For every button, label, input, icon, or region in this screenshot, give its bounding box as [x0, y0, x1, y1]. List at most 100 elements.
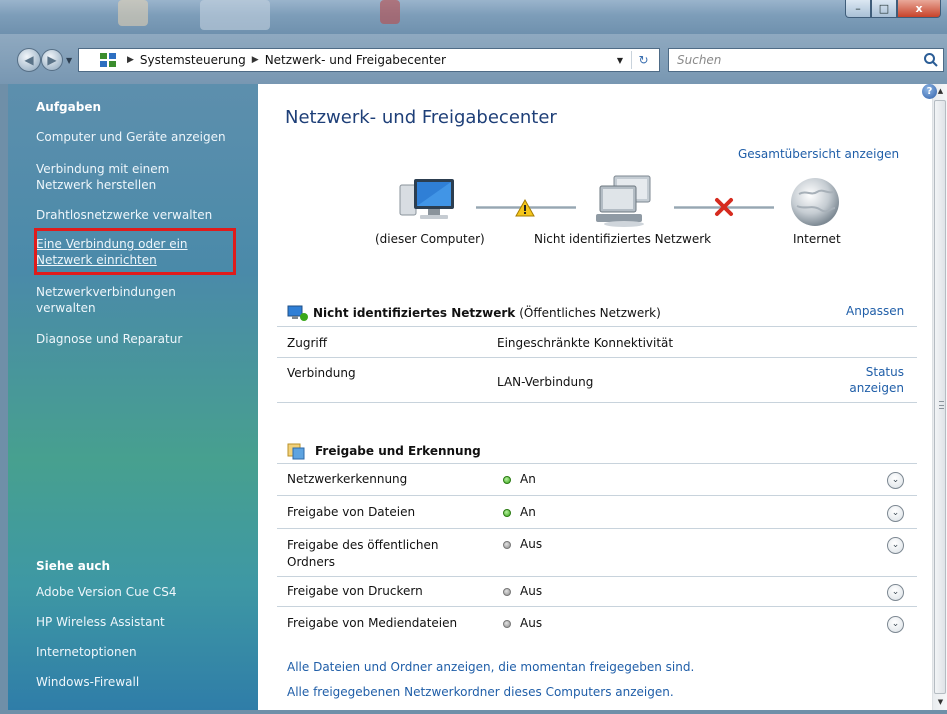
see-also-link-firewall[interactable]: Windows-Firewall — [36, 674, 251, 690]
status-off-icon — [503, 587, 511, 596]
network-icon[interactable] — [594, 174, 656, 230]
minimize-button[interactable]: – — [845, 0, 871, 18]
task-link-diagnose[interactable]: Diagnose und Reparatur — [36, 331, 251, 347]
sharing-row-state: An — [503, 472, 536, 486]
back-arrow-icon: ◀ — [24, 53, 34, 67]
expand-button[interactable]: ⌄ — [887, 616, 904, 633]
sharing-heading-text: Freigabe und Erkennung — [315, 444, 481, 458]
view-status-link[interactable]: Status anzeigen — [830, 364, 904, 396]
state-text: An — [520, 472, 536, 486]
breadcrumb-separator-icon[interactable]: ▶ — [252, 55, 259, 65]
back-button[interactable]: ◀ — [17, 48, 41, 72]
network-name: Nicht identifiziertes Netzwerk — [313, 306, 516, 320]
highlight-box — [34, 228, 236, 275]
divider — [277, 463, 917, 464]
network-heading: Nicht identifiziertes Netzwerk (Öffentli… — [287, 304, 661, 322]
title-bar[interactable]: – □ x — [0, 0, 947, 34]
sharing-row-state: An — [503, 505, 536, 519]
task-link-connect-network[interactable]: Verbindung mit einem Netzwerk herstellen — [36, 161, 196, 193]
search-box — [668, 48, 944, 72]
navigation-bar: ◀ ▶ ▼ ▶ Systemsteuerung ▶ Netzwerk- und … — [0, 34, 947, 84]
recent-pages-dropdown[interactable]: ▼ — [66, 56, 72, 65]
computer-label: (dieser Computer) — [375, 232, 485, 246]
show-shared-folders-link[interactable]: Alle freigegebenen Netzwerkordner dieses… — [287, 685, 674, 699]
internet-label: Internet — [793, 232, 841, 246]
address-bar[interactable]: ▶ Systemsteuerung ▶ Netzwerk- und Freiga… — [78, 48, 660, 72]
refresh-icon[interactable]: ↻ — [631, 51, 655, 69]
see-also-link-adobe[interactable]: Adobe Version Cue CS4 — [36, 584, 251, 600]
status-off-icon — [503, 619, 511, 628]
show-shared-files-link[interactable]: Alle Dateien und Ordner anzeigen, die mo… — [287, 660, 694, 674]
sharing-row-state: Aus — [503, 537, 542, 551]
breadcrumb: ▶ Systemsteuerung ▶ Netzwerk- und Freiga… — [121, 53, 446, 67]
background-decoration — [200, 0, 270, 30]
control-panel-icon — [100, 53, 116, 67]
divider — [277, 606, 917, 607]
sharing-row-label: Netzwerkerkennung — [287, 472, 408, 486]
sharing-row-state: Aus — [503, 584, 542, 598]
globe-icon[interactable] — [789, 176, 841, 228]
page-title: Netzwerk- und Freigabecenter — [285, 107, 557, 128]
breadcrumb-item-systemsteuerung[interactable]: Systemsteuerung — [140, 53, 246, 67]
sharing-row-label: Freigabe von Druckern — [287, 584, 423, 598]
vertical-scrollbar[interactable]: ▲ ▼ — [932, 84, 947, 710]
search-icon[interactable] — [923, 52, 939, 68]
disconnected-x-icon[interactable] — [714, 197, 734, 217]
task-link-manage-wireless[interactable]: Drahtlosnetzwerke verwalten — [36, 207, 251, 223]
background-decoration — [380, 0, 400, 24]
see-also-link-hp-wireless[interactable]: HP Wireless Assistant — [36, 614, 251, 630]
network-label: Nicht identifiziertes Netzwerk — [534, 232, 712, 246]
expand-button[interactable]: ⌄ — [887, 472, 904, 489]
address-dropdown-icon[interactable]: ▼ — [617, 56, 623, 65]
expand-button[interactable]: ⌄ — [887, 505, 904, 522]
view-status-link-line1[interactable]: Status — [830, 364, 904, 380]
access-value: Eingeschränkte Konnektivität — [497, 336, 674, 350]
task-link-manage-connections[interactable]: Netzwerkverbindungen verwalten — [36, 284, 206, 316]
divider — [277, 528, 917, 529]
task-pane: Aufgaben Computer und Geräte anzeigen Ve… — [8, 84, 258, 710]
scroll-grip-icon — [939, 401, 944, 409]
tasks-heading: Aufgaben — [36, 100, 102, 114]
divider — [277, 326, 917, 327]
sharing-row-label: Freigabe von Dateien — [287, 505, 416, 519]
view-status-link-line2[interactable]: anzeigen — [830, 380, 904, 396]
help-icon[interactable]: ? — [922, 84, 937, 99]
divider — [277, 495, 917, 496]
window-controls: – □ x — [845, 0, 941, 18]
access-label: Zugriff — [287, 336, 327, 350]
full-map-link[interactable]: Gesamtübersicht anzeigen — [738, 147, 899, 161]
computer-icon[interactable] — [398, 175, 460, 227]
see-also-link-internet-options[interactable]: Internetoptionen — [36, 644, 251, 660]
expand-button[interactable]: ⌄ — [887, 537, 904, 554]
state-text: Aus — [520, 537, 543, 551]
expand-button[interactable]: ⌄ — [887, 584, 904, 601]
breadcrumb-separator-icon[interactable]: ▶ — [127, 55, 134, 65]
divider — [277, 357, 917, 358]
scrollbar-thumb[interactable] — [934, 100, 946, 694]
breadcrumb-item-netzwerk[interactable]: Netzwerk- und Freigabecenter — [265, 53, 446, 67]
sharing-row-label: Freigabe des öffentlichen Ordners — [287, 538, 439, 569]
divider — [277, 402, 917, 403]
state-text: Aus — [520, 616, 543, 630]
connection-value: LAN-Verbindung — [497, 375, 594, 389]
status-on-icon — [503, 508, 511, 517]
background-decoration — [118, 0, 148, 26]
state-text: Aus — [520, 584, 543, 598]
forward-button[interactable]: ▶ — [41, 49, 63, 71]
maximize-button[interactable]: □ — [871, 0, 897, 18]
sharing-row-state: Aus — [503, 616, 542, 630]
customize-link[interactable]: Anpassen — [846, 304, 904, 318]
search-input[interactable] — [677, 53, 917, 67]
task-link-computer-devices[interactable]: Computer und Geräte anzeigen — [36, 129, 251, 145]
sharing-icon — [287, 443, 305, 460]
see-also-heading: Siehe auch — [36, 559, 111, 573]
connection-label: Verbindung — [287, 366, 356, 380]
status-on-icon — [503, 475, 511, 484]
warning-icon[interactable] — [515, 199, 535, 217]
sharing-row-label: Freigabe von Mediendateien — [287, 616, 458, 630]
state-text: An — [520, 505, 536, 519]
close-button[interactable]: x — [897, 0, 941, 18]
scroll-down-icon[interactable]: ▼ — [933, 695, 947, 710]
forward-arrow-icon: ▶ — [47, 53, 57, 67]
divider — [277, 576, 917, 577]
